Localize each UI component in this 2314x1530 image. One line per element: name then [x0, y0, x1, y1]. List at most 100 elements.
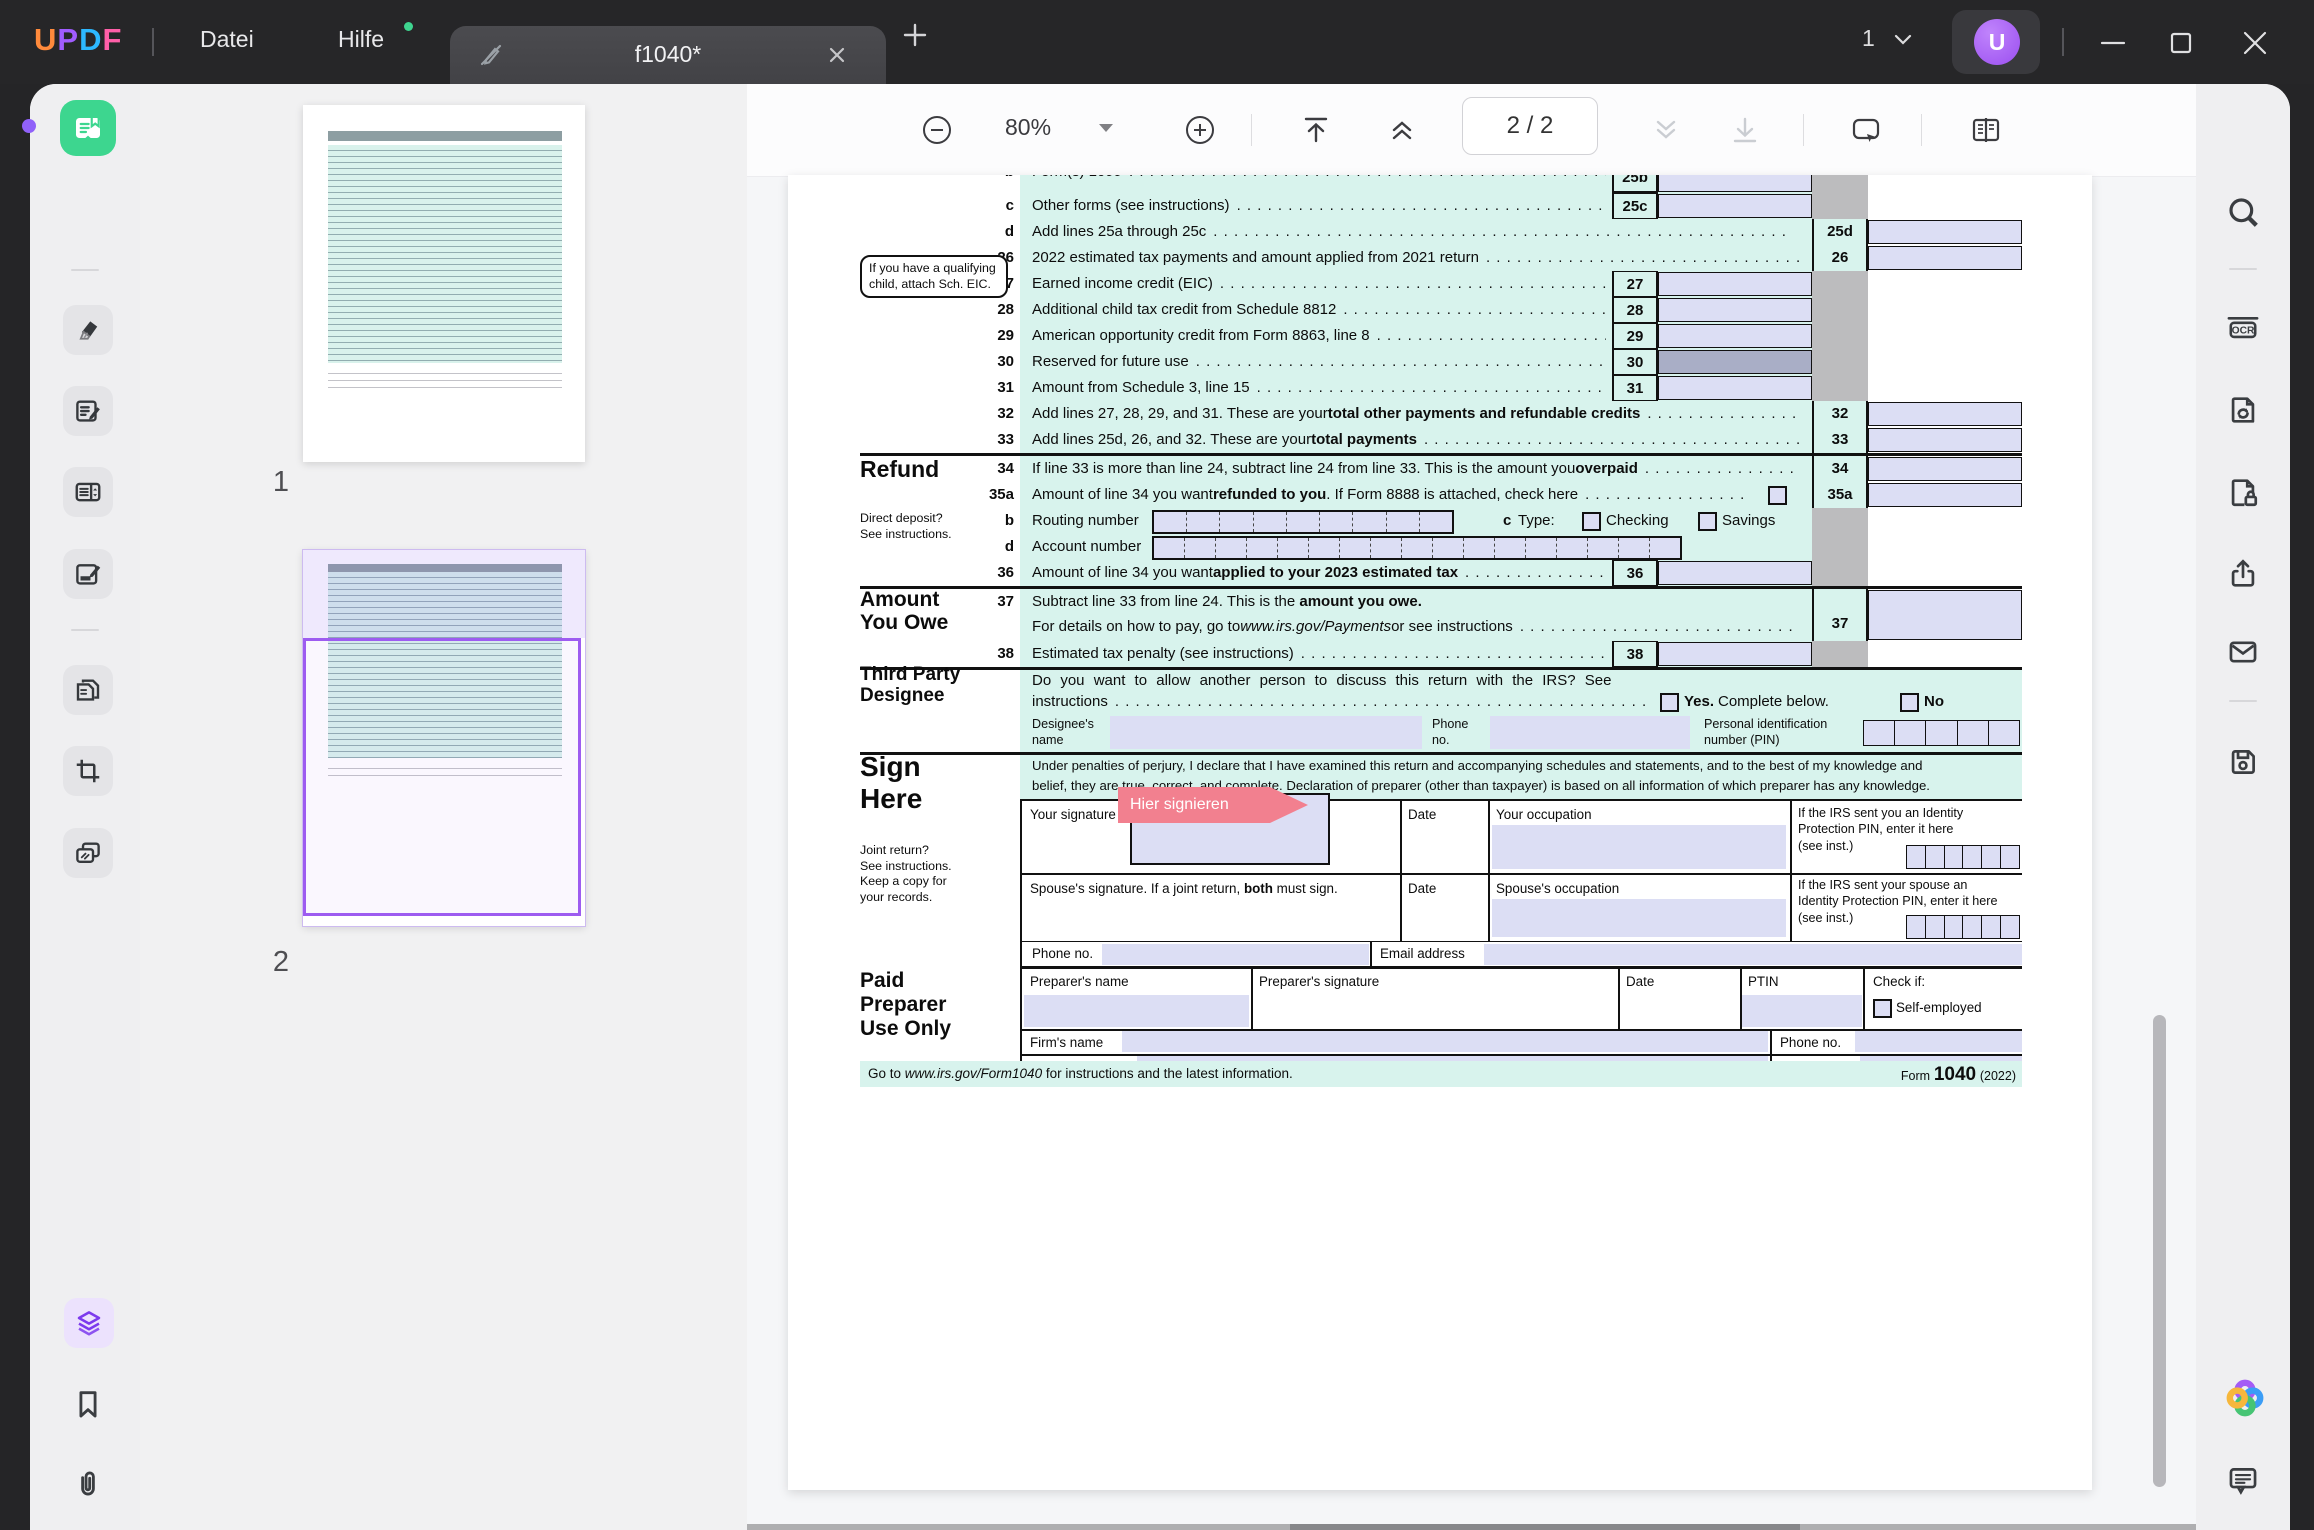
page-number-input[interactable]: 2 / 2 [1462, 97, 1598, 155]
section-title: Paid [860, 969, 951, 993]
attachment-panel-button[interactable] [68, 1464, 108, 1504]
zoom-out-button[interactable] [919, 112, 955, 148]
form-field[interactable] [1658, 272, 1812, 296]
phone-field[interactable] [1102, 944, 1369, 965]
ocr-button[interactable]: OCR [2225, 308, 2261, 344]
form-field[interactable] [1868, 428, 2022, 452]
routing-number-field[interactable] [1152, 510, 1454, 534]
close-button[interactable] [2240, 28, 2270, 58]
firm-name-field[interactable] [1122, 1031, 1768, 1052]
mail-button[interactable] [2225, 634, 2261, 670]
form-field[interactable] [1658, 642, 1812, 666]
comment-tool-button[interactable] [63, 305, 113, 355]
convert-button[interactable] [2225, 392, 2261, 428]
previous-page-button[interactable] [1384, 112, 1420, 148]
comments-panel-button[interactable] [2225, 1462, 2261, 1498]
line-label: 28 [1612, 297, 1658, 323]
updf-logo[interactable]: UPDF [34, 22, 122, 58]
form-field[interactable] [1658, 376, 1812, 400]
footer-link[interactable]: www.irs.gov/Form1040 [905, 1066, 1042, 1081]
protect-button[interactable] [2225, 474, 2261, 510]
field-label: If the IRS sent your spouse an [1798, 877, 2018, 893]
reading-layout-button[interactable] [1968, 112, 2004, 148]
chevron-down-icon[interactable] [1892, 32, 1914, 48]
form-field[interactable] [1658, 298, 1812, 322]
save-button[interactable] [2225, 744, 2261, 780]
designee-phone-field[interactable] [1490, 716, 1690, 749]
logo-letter: F [102, 22, 122, 58]
zoom-level[interactable]: 80% [1005, 114, 1051, 141]
scrollbar-thumb[interactable] [1290, 1524, 1800, 1530]
document-tab[interactable]: f1040* [450, 26, 886, 84]
organize-pages-button[interactable] [63, 467, 113, 517]
horizontal-scrollbar[interactable] [747, 1524, 2196, 1530]
shaded-cell [1812, 641, 1868, 667]
thumbnail-page-1[interactable] [303, 105, 585, 462]
self-employed-checkbox[interactable] [1873, 999, 1892, 1018]
email-field[interactable] [1484, 944, 2022, 965]
form-field[interactable] [1868, 590, 2022, 640]
zoom-dropdown-caret[interactable] [1097, 122, 1133, 158]
menu-datei[interactable]: Datei [200, 26, 254, 53]
account-number-field[interactable] [1152, 536, 1682, 560]
vertical-scrollbar[interactable] [2153, 1015, 2166, 1487]
share-button[interactable] [2225, 556, 2261, 592]
window-count[interactable]: 1 [1862, 25, 1875, 52]
add-tab-icon[interactable] [898, 18, 932, 52]
form-field[interactable] [1658, 324, 1812, 348]
firm-phone-field[interactable] [1855, 1031, 2022, 1052]
tab-close-icon[interactable] [824, 42, 850, 68]
section-title: Preparer [860, 993, 951, 1017]
spouse-occupation-field[interactable] [1492, 899, 1786, 937]
bookmark-panel-button[interactable] [68, 1384, 108, 1424]
ai-assistant-button[interactable] [2223, 1376, 2267, 1420]
layers-panel-button[interactable] [64, 1298, 114, 1348]
account-button[interactable]: U [1952, 10, 2040, 74]
thumbnail-page-2[interactable] [303, 550, 585, 926]
form-field[interactable] [1868, 246, 2022, 270]
slideshow-button[interactable] [63, 828, 113, 878]
shaded-cell [1812, 323, 1868, 349]
form-field[interactable] [1868, 483, 2022, 507]
form-field[interactable] [1658, 175, 1812, 192]
first-page-button[interactable] [1298, 112, 1334, 148]
yes-checkbox[interactable] [1660, 693, 1679, 712]
line-letter: c [1503, 512, 1511, 529]
sign-here-flag[interactable]: Hier signieren [1118, 787, 1308, 823]
fill-sign-button[interactable] [63, 549, 113, 599]
designee-name-field[interactable] [1110, 716, 1422, 749]
viewport-indicator[interactable] [303, 638, 581, 916]
ptin-field[interactable] [1742, 995, 1862, 1027]
form-field[interactable] [1658, 561, 1812, 585]
form-field[interactable] [1868, 402, 2022, 426]
occupation-field[interactable] [1492, 825, 1786, 869]
search-button[interactable] [2221, 190, 2265, 234]
maximize-button[interactable] [2166, 28, 2196, 58]
designee-pin-field[interactable] [1863, 720, 2020, 746]
page-tools-button[interactable] [63, 665, 113, 715]
spouse-ip-pin-field[interactable] [1906, 915, 2020, 939]
form-row-37: 37 Subtract line 33 from line 24. This i… [860, 589, 2022, 641]
checking-checkbox[interactable] [1582, 512, 1601, 531]
reader-mode-button[interactable] [60, 100, 116, 156]
preparer-name-field[interactable] [1024, 995, 1249, 1027]
last-page-button[interactable] [1727, 112, 1763, 148]
presentation-button[interactable] [1848, 112, 1884, 148]
panel-handle-dot[interactable] [22, 119, 36, 133]
ip-pin-field[interactable] [1906, 845, 2020, 869]
menu-hilfe[interactable]: Hilfe [338, 26, 384, 53]
crop-button[interactable] [63, 746, 113, 796]
form-checkbox[interactable] [1768, 486, 1787, 505]
form-field[interactable] [1868, 220, 2022, 244]
minimize-button[interactable] [2098, 28, 2128, 58]
line-label: 26 [1812, 245, 1868, 271]
form-field[interactable] [1658, 350, 1812, 374]
edit-pdf-button[interactable] [63, 386, 113, 436]
no-checkbox[interactable] [1900, 693, 1919, 712]
form-field[interactable] [1868, 457, 2022, 481]
form-field[interactable] [1658, 194, 1812, 218]
dot-leaders: . . . . . . . . . . . . . . . . . . . . … [1196, 353, 1606, 370]
zoom-in-button[interactable] [1182, 112, 1218, 148]
next-page-button[interactable] [1648, 112, 1684, 148]
savings-checkbox[interactable] [1698, 512, 1717, 531]
